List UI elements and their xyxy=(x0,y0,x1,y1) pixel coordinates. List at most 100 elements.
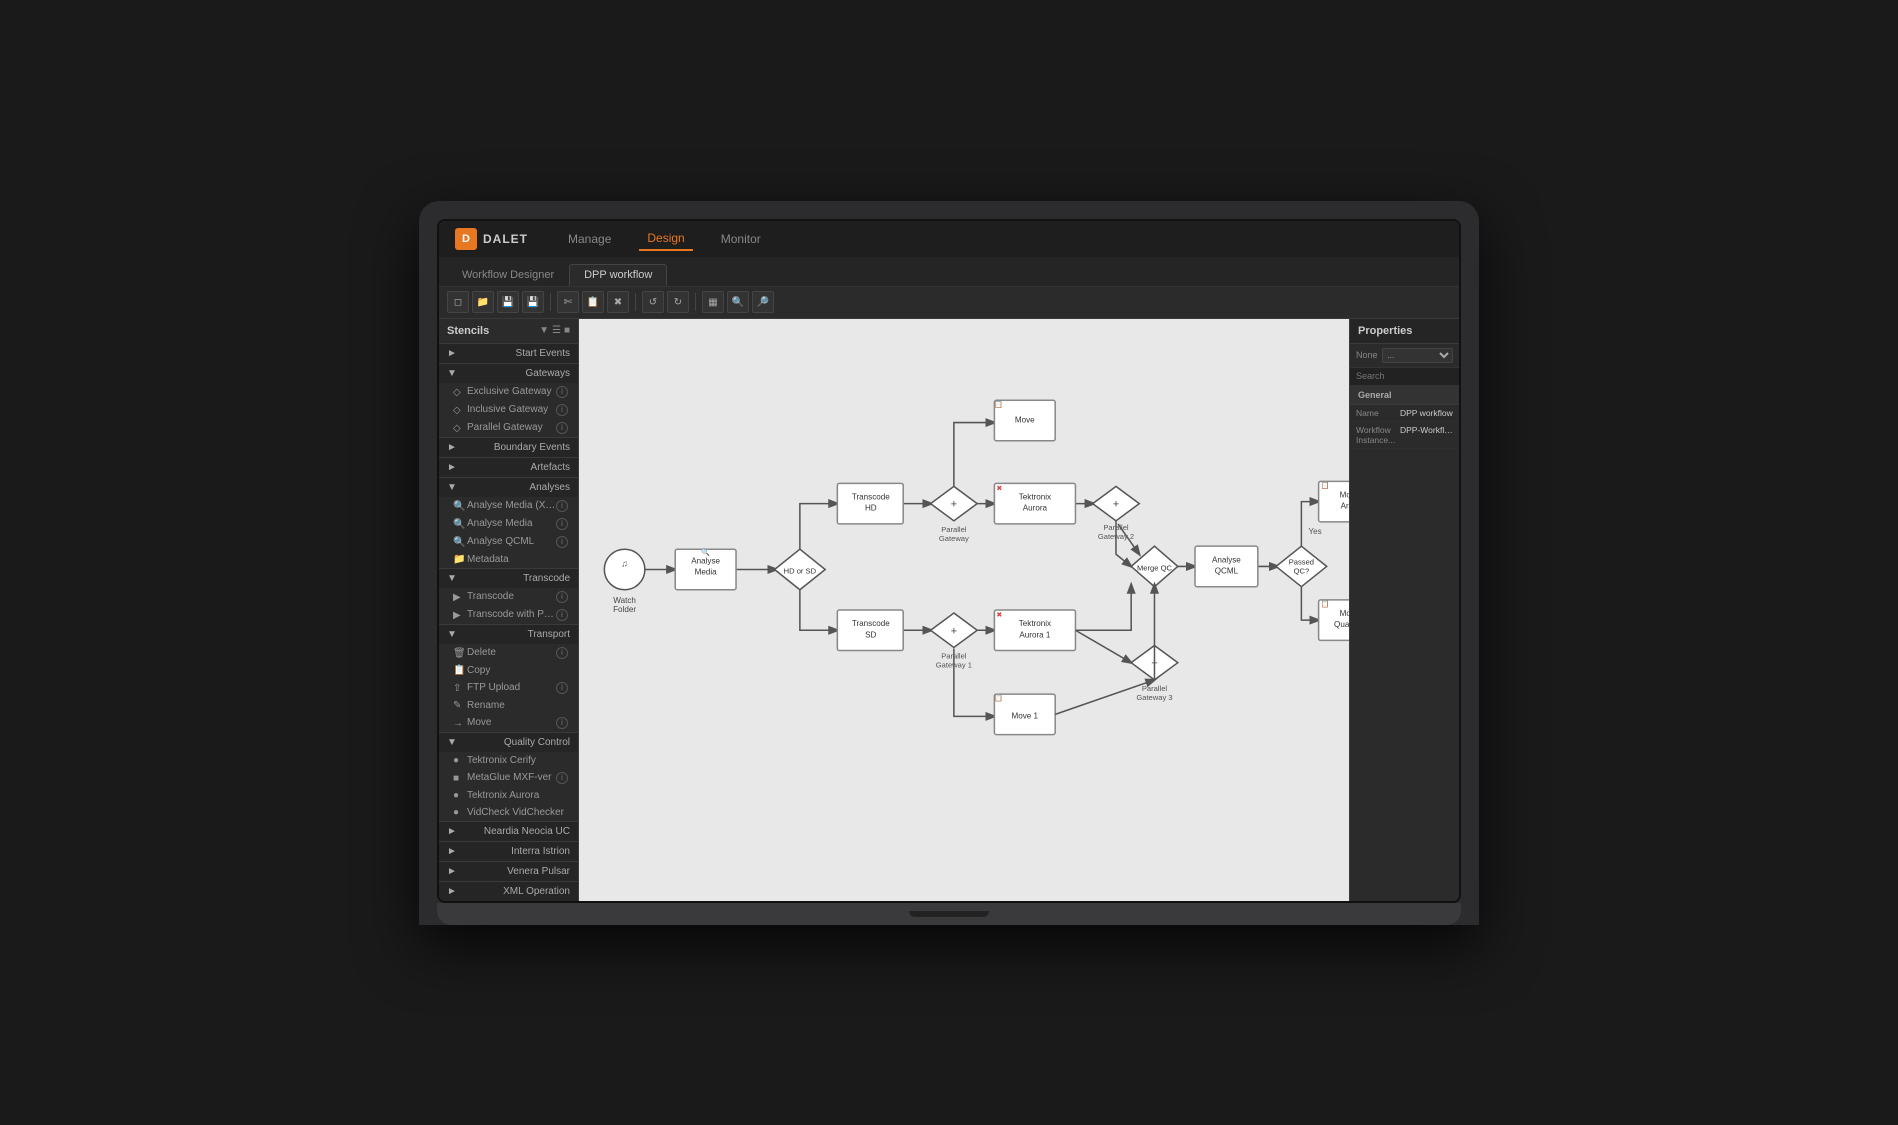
svg-text:Aurora 1: Aurora 1 xyxy=(1019,630,1051,639)
stencil-group-interra-header[interactable]: ► Interra Istrion xyxy=(439,842,578,861)
start-events-label: Start Events xyxy=(516,348,570,359)
artefacts-label: Artefacts xyxy=(531,462,570,473)
analyse-qcml-info[interactable]: i xyxy=(556,536,568,548)
xml-label: XML Operation xyxy=(503,886,570,897)
tab-workflow-designer[interactable]: Workflow Designer xyxy=(447,264,569,286)
analyse-xml-info[interactable]: i xyxy=(556,500,568,512)
stencil-group-venera-header[interactable]: ► Venera Pulsar xyxy=(439,862,578,881)
svg-text:Analyse: Analyse xyxy=(1212,555,1241,564)
diagram-canvas[interactable]: Watch Folder ♫ Analyse Media 🔍 HD or SD xyxy=(579,319,1349,901)
nav-monitor[interactable]: Monitor xyxy=(713,228,769,250)
move-icon: → xyxy=(453,718,463,728)
metaglue-info[interactable]: i xyxy=(556,772,568,784)
svg-text:🔍: 🔍 xyxy=(701,547,710,556)
stencil-group-qc: ▼ Quality Control ● Tektronix Cerify ■ M… xyxy=(439,733,578,822)
metadata-label: Metadata xyxy=(467,554,568,565)
metadata-icon: 📁 xyxy=(453,554,463,564)
metaglue-label: MetaGlue MXF-ver xyxy=(467,772,556,783)
transcode-params-icon: ▶ xyxy=(453,610,463,620)
stencil-group-neocia-header[interactable]: ► Neardia Neocia UC xyxy=(439,822,578,841)
stencils-list-icon[interactable]: ☰ xyxy=(552,325,561,336)
toolbar-delete[interactable]: ✖ xyxy=(607,291,629,313)
stencil-tektronix-aurora[interactable]: ● Tektronix Aurora xyxy=(439,787,578,804)
toolbar-zoomin[interactable]: 🔍 xyxy=(727,291,749,313)
stencil-move[interactable]: → Move i xyxy=(439,714,578,732)
cerify-label: Tektronix Cerify xyxy=(467,755,568,766)
stencil-metadata[interactable]: 📁 Metadata xyxy=(439,551,578,568)
transcode-info[interactable]: i xyxy=(556,591,568,603)
props-search-input[interactable] xyxy=(1356,371,1459,381)
inclusive-gw-info[interactable]: i xyxy=(556,404,568,416)
stencil-delete[interactable]: 🗑 Delete i xyxy=(439,644,578,662)
exclusive-gw-info[interactable]: i xyxy=(556,386,568,398)
toolbar-sep3 xyxy=(695,293,696,311)
stencil-group-transcode-header[interactable]: ▼ Transcode xyxy=(439,569,578,588)
parallel-gw-info[interactable]: i xyxy=(556,422,568,434)
analyse-media-info[interactable]: i xyxy=(556,518,568,530)
nav-design[interactable]: Design xyxy=(639,227,692,251)
stencil-transcode[interactable]: ▶ Transcode i xyxy=(439,588,578,606)
stencil-group-start-events-header[interactable]: ► Start Events xyxy=(439,344,578,363)
props-filter-select[interactable]: ... xyxy=(1382,348,1453,363)
stencil-inclusive-gateway[interactable]: ◇ Inclusive Gateway i xyxy=(439,401,578,419)
props-name-row: Name DPP workflow xyxy=(1350,405,1459,422)
stencil-tektronix-cerify[interactable]: ● Tektronix Cerify xyxy=(439,752,578,769)
stencil-analyse-media[interactable]: 🔍 Analyse Media i xyxy=(439,515,578,533)
toolbar-save[interactable]: 💾 xyxy=(497,291,519,313)
tab-dpp-workflow[interactable]: DPP workflow xyxy=(569,264,667,286)
toolbar-cut[interactable]: ✄ xyxy=(557,291,579,313)
stencil-group-gateways: ▼ Gateways ◇ Exclusive Gateway i ◇ Inclu… xyxy=(439,364,578,438)
toolbar-zoomout[interactable]: 🔎 xyxy=(752,291,774,313)
exclusive-gw-icon: ◇ xyxy=(453,387,463,397)
toolbar-open[interactable]: 📁 xyxy=(472,291,494,313)
toolbar-paste[interactable]: 📋 xyxy=(582,291,604,313)
stencil-group-transport-header[interactable]: ▼ Transport xyxy=(439,625,578,644)
stencil-group-artefacts-header[interactable]: ► Artefacts xyxy=(439,458,578,477)
stencil-group-artefacts: ► Artefacts xyxy=(439,458,578,478)
stencil-metaglue[interactable]: ■ MetaGlue MXF-ver i xyxy=(439,769,578,787)
stencil-group-analyses-header[interactable]: ▼ Analyses xyxy=(439,478,578,497)
stencil-group-qc-header[interactable]: ▼ Quality Control xyxy=(439,733,578,752)
stencil-transcode-params[interactable]: ▶ Transcode with Parameters i xyxy=(439,606,578,624)
transcode-label: Transcode xyxy=(523,573,570,584)
stencils-grid-icon[interactable]: ■ xyxy=(564,325,570,336)
stencil-copy[interactable]: 📋 Copy xyxy=(439,662,578,679)
nav-manage[interactable]: Manage xyxy=(560,228,619,250)
svg-text:Archive: Archive xyxy=(1341,501,1349,510)
svg-text:Move: Move xyxy=(1015,415,1035,424)
stencil-rename[interactable]: ✎ Rename xyxy=(439,697,578,714)
stencils-title: Stencils xyxy=(447,325,489,337)
transcode-icon: ▶ xyxy=(453,592,463,602)
props-name-value: DPP workflow xyxy=(1400,408,1453,418)
ftp-info[interactable]: i xyxy=(556,682,568,694)
svg-text:Parallel: Parallel xyxy=(1103,522,1129,531)
transcode-params-info[interactable]: i xyxy=(556,609,568,621)
stencil-ftp-upload[interactable]: ⇧ FTP Upload i xyxy=(439,679,578,697)
svg-text:Move 1: Move 1 xyxy=(1012,711,1039,720)
stencil-group-boundary-header[interactable]: ► Boundary Events xyxy=(439,438,578,457)
toolbar-undo[interactable]: ↺ xyxy=(642,291,664,313)
stencil-exclusive-gateway[interactable]: ◇ Exclusive Gateway i xyxy=(439,383,578,401)
laptop-screen: D DALET Manage Design Monitor Workflow D… xyxy=(437,219,1461,903)
arrow-icon: ► xyxy=(447,886,457,897)
move-info[interactable]: i xyxy=(556,717,568,729)
laptop-notch xyxy=(909,911,989,917)
stencils-filter-icon[interactable]: ▼ xyxy=(539,325,549,336)
stencil-analyse-qcml[interactable]: 🔍 Analyse QCML i xyxy=(439,533,578,551)
stencil-group-gateways-header[interactable]: ▼ Gateways xyxy=(439,364,578,383)
stencils-icons: ▼ ☰ ■ xyxy=(539,325,570,336)
toolbar-redo[interactable]: ↻ xyxy=(667,291,689,313)
stencil-group-xml-header[interactable]: ► XML Operation xyxy=(439,882,578,901)
toolbar-fit[interactable]: ▦ xyxy=(702,291,724,313)
stencil-vidcheck[interactable]: ● VidCheck VidChecker xyxy=(439,804,578,821)
stencil-group-boundary: ► Boundary Events xyxy=(439,438,578,458)
stencil-analyse-media-xml[interactable]: 🔍 Analyse Media (XML) i xyxy=(439,497,578,515)
props-instance-value: DPP-Workflow - B... xyxy=(1400,425,1453,445)
svg-text:+: + xyxy=(1151,657,1158,669)
laptop-base xyxy=(437,903,1461,925)
toolbar-saveas[interactable]: 💾 xyxy=(522,291,544,313)
copy-label: Copy xyxy=(467,665,568,676)
stencil-parallel-gateway[interactable]: ◇ Parallel Gateway i xyxy=(439,419,578,437)
toolbar-new[interactable]: ◻ xyxy=(447,291,469,313)
delete-info[interactable]: i xyxy=(556,647,568,659)
